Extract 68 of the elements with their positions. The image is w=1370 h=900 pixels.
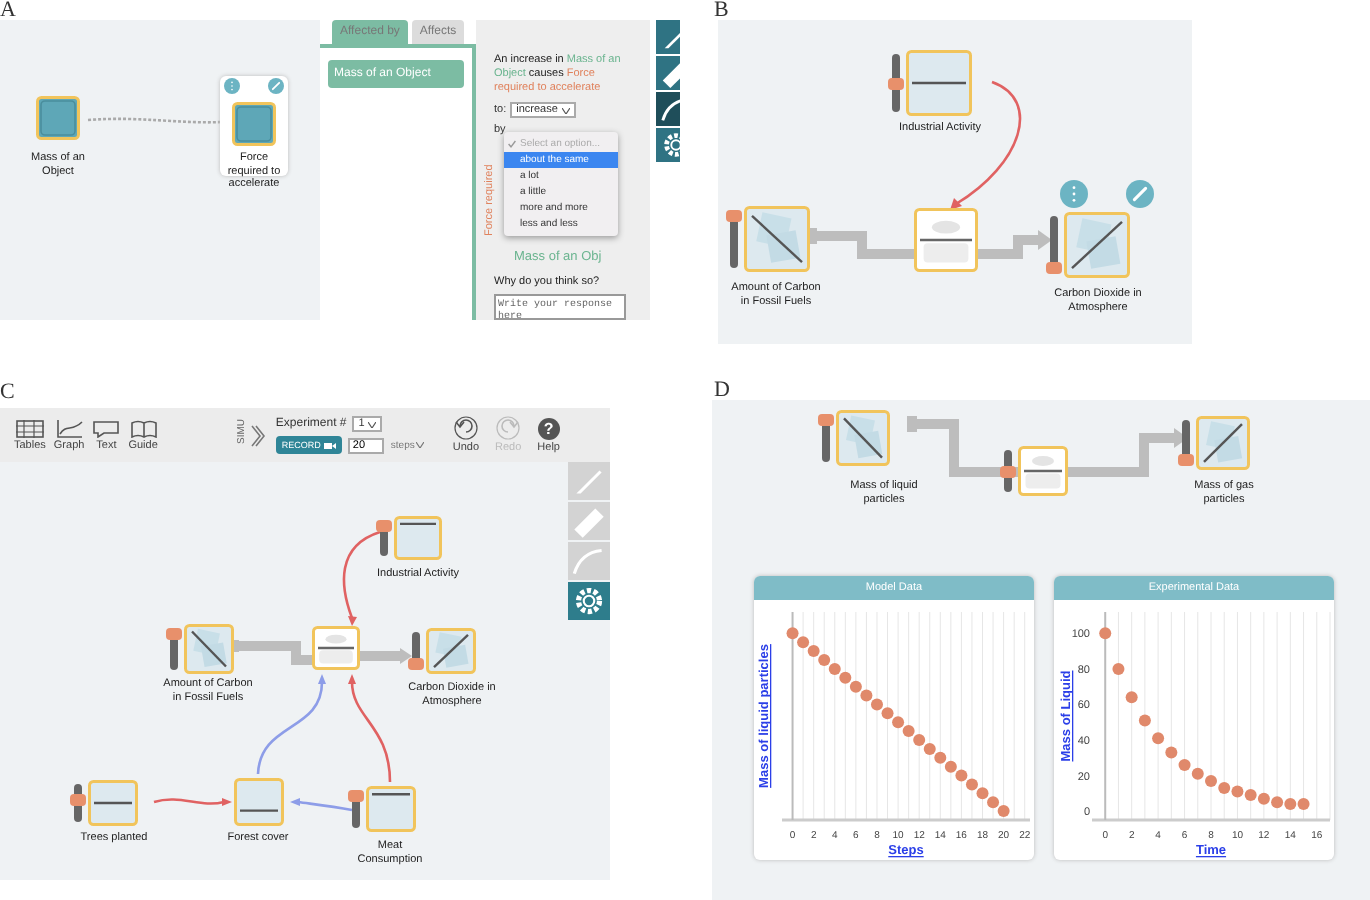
slider[interactable] <box>1004 450 1012 492</box>
caret-icon <box>416 442 425 448</box>
slider-handle[interactable] <box>70 794 86 807</box>
slider[interactable] <box>1050 216 1058 274</box>
slider-handle[interactable] <box>166 628 182 640</box>
falling-graph-icon[interactable] <box>836 410 890 466</box>
pipe <box>229 635 317 665</box>
panel-letter: D <box>714 380 730 400</box>
flat-graph-icon[interactable] <box>906 50 972 116</box>
pipe-arrow <box>978 230 1052 259</box>
rising-graph-icon[interactable] <box>1196 416 1250 470</box>
valve-icon[interactable] <box>312 626 360 670</box>
panel-letter: A <box>0 0 16 20</box>
pipe <box>907 411 1023 477</box>
guide-icon <box>129 419 158 437</box>
slider[interactable] <box>730 210 738 268</box>
camera-icon <box>324 441 337 449</box>
slider[interactable] <box>380 520 388 556</box>
tables-icon <box>15 419 44 437</box>
pipe-arrow <box>360 648 412 664</box>
node-box[interactable] <box>36 96 80 140</box>
slider-handle[interactable] <box>408 658 424 670</box>
rising-graph-icon[interactable] <box>1064 212 1130 278</box>
caret-icon <box>561 107 570 113</box>
flat-graph-icon[interactable] <box>366 786 416 832</box>
flat-graph-icon[interactable] <box>394 516 442 560</box>
redo-icon <box>496 416 521 440</box>
slider-handle[interactable] <box>348 790 364 802</box>
node-box[interactable] <box>232 102 276 146</box>
rising-graph-icon[interactable] <box>426 628 476 674</box>
caret-icon <box>368 421 377 427</box>
slider[interactable] <box>170 628 178 670</box>
panel-letter: C <box>0 380 15 408</box>
data-point <box>1125 691 1138 704</box>
valve-icon[interactable] <box>914 208 978 272</box>
valve-icon[interactable] <box>1018 446 1068 496</box>
graph-icon <box>55 419 84 437</box>
slider[interactable] <box>352 790 360 828</box>
pipe-arrow <box>1068 428 1188 477</box>
data-point <box>1112 662 1125 675</box>
check-icon <box>508 140 516 148</box>
slider[interactable] <box>822 414 830 462</box>
slider[interactable] <box>412 632 420 670</box>
slider[interactable] <box>1182 420 1190 466</box>
slider-handle[interactable] <box>1178 454 1194 466</box>
menu-button[interactable] <box>224 78 240 94</box>
text-icon <box>92 419 121 437</box>
panel-letter: B <box>714 0 729 20</box>
falling-graph-icon[interactable] <box>184 624 234 674</box>
slider-handle[interactable] <box>818 414 834 426</box>
flat-graph-icon[interactable] <box>88 780 138 826</box>
undo-icon <box>453 416 478 440</box>
data-point <box>1099 627 1112 640</box>
menu-button[interactable] <box>1060 180 1088 208</box>
slider[interactable] <box>74 784 82 822</box>
flat-graph-icon[interactable] <box>234 778 284 826</box>
edit-button[interactable] <box>268 78 284 94</box>
data-point <box>1138 714 1151 727</box>
pipe <box>807 223 919 259</box>
chevron-icon[interactable] <box>249 423 266 447</box>
slider-handle[interactable] <box>726 210 742 222</box>
slider-handle[interactable] <box>1046 262 1062 274</box>
slider-handle[interactable] <box>1000 465 1016 477</box>
edit-button[interactable] <box>1126 180 1154 208</box>
falling-graph-icon[interactable] <box>744 206 810 272</box>
slider-handle[interactable] <box>376 520 392 532</box>
slider[interactable] <box>892 54 900 112</box>
slider-handle[interactable] <box>888 77 904 89</box>
